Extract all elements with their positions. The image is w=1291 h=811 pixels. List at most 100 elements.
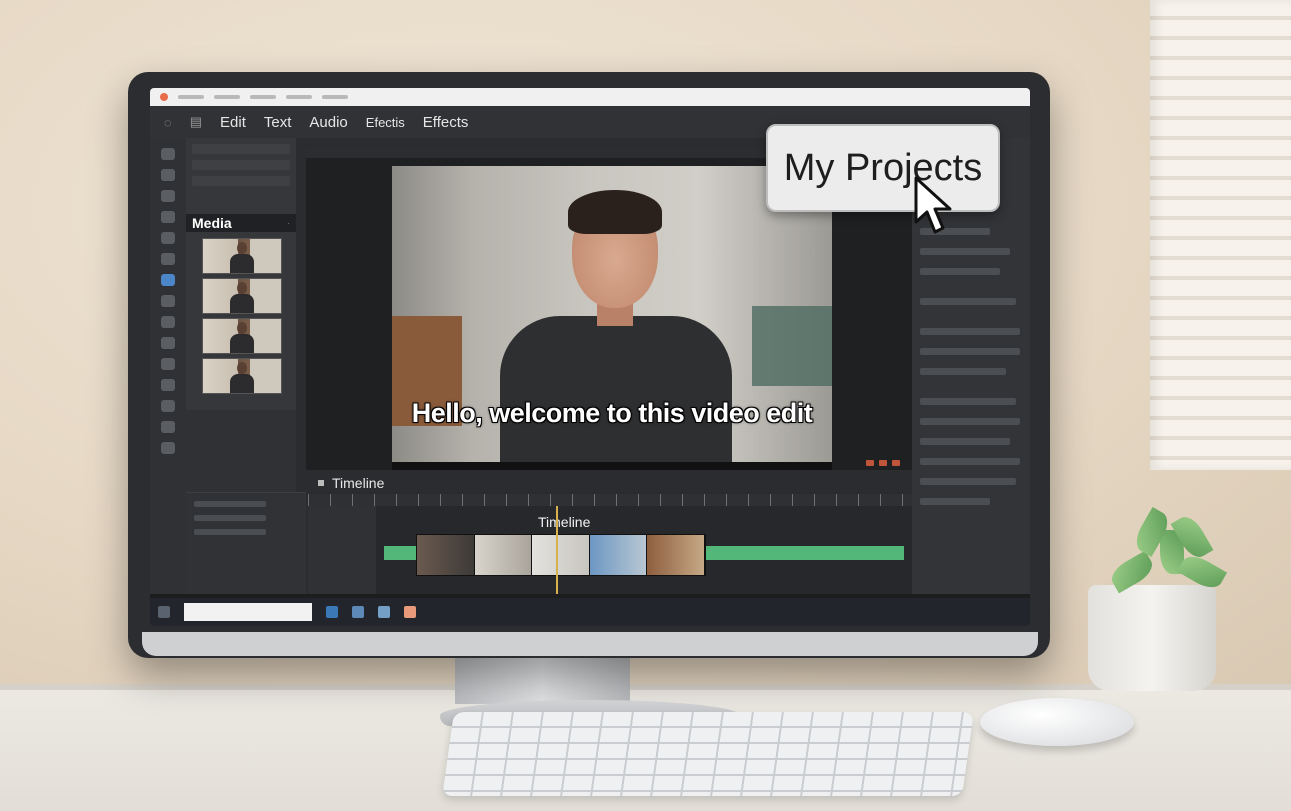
video-caption: Hello, welcome to this video edit xyxy=(411,398,813,428)
inspector-row[interactable] xyxy=(920,478,1016,485)
presenter-hair xyxy=(568,190,662,234)
taskbar-app-icon[interactable] xyxy=(378,606,390,618)
system-bar-item[interactable] xyxy=(322,95,348,99)
media-thumbnail[interactable] xyxy=(202,238,282,274)
menu-item-efectis[interactable]: Efectis xyxy=(366,115,405,130)
inspector-row[interactable] xyxy=(920,498,990,505)
inspector-row[interactable] xyxy=(920,418,1020,425)
preview-control-button[interactable] xyxy=(879,460,887,466)
tool-rail xyxy=(150,138,186,594)
thumbnail-person-body xyxy=(230,374,254,393)
timeline-header: Timeline xyxy=(308,472,912,494)
app-dot-icon xyxy=(160,93,168,101)
thumbnail-person xyxy=(237,242,247,254)
video-background-plant xyxy=(752,306,832,386)
window-blinds xyxy=(1150,0,1291,470)
tool-icon[interactable] xyxy=(161,190,175,202)
timeline-clip[interactable] xyxy=(474,535,533,575)
tool-icon[interactable] xyxy=(161,211,175,223)
plant-pot xyxy=(1088,585,1216,691)
bin-row[interactable] xyxy=(194,529,266,535)
tool-icon[interactable] xyxy=(161,400,175,412)
bin-row[interactable] xyxy=(194,501,266,507)
thumbnail-person-body xyxy=(230,254,254,273)
media-header[interactable]: Media · xyxy=(186,214,296,232)
playhead[interactable] xyxy=(556,506,558,596)
system-bar-item[interactable] xyxy=(178,95,204,99)
timeline-clip[interactable] xyxy=(417,535,475,575)
preview-control-button[interactable] xyxy=(866,460,874,466)
timeline-tracks[interactable]: Timeline xyxy=(308,506,912,596)
system-bar-item[interactable] xyxy=(250,95,276,99)
timeline-clip[interactable] xyxy=(589,535,648,575)
inspector-row[interactable] xyxy=(920,328,1020,335)
tool-icon[interactable] xyxy=(161,337,175,349)
menu-item-audio[interactable]: Audio xyxy=(309,114,347,131)
bin-panel xyxy=(186,492,306,595)
menu-item-effects[interactable]: Effects xyxy=(423,114,469,131)
thumbnail-person xyxy=(237,362,247,374)
media-count: · xyxy=(287,218,290,228)
taskbar-app-icon[interactable] xyxy=(404,606,416,618)
panel-toolbar xyxy=(192,144,290,154)
tool-icon[interactable] xyxy=(161,253,175,265)
system-bar-item[interactable] xyxy=(286,95,312,99)
timeline-title: Timeline xyxy=(332,475,385,491)
tool-icon[interactable] xyxy=(161,169,175,181)
preview-controls xyxy=(866,460,906,468)
menu-grid-icon[interactable]: ▤ xyxy=(190,114,202,130)
preview-control-button[interactable] xyxy=(892,460,900,466)
timeline-clip[interactable] xyxy=(647,535,705,575)
inspector-row[interactable] xyxy=(920,248,1010,255)
inspector-row[interactable] xyxy=(920,398,1016,405)
timeline-clip[interactable] xyxy=(532,535,590,575)
monitor-chin xyxy=(142,632,1038,656)
tool-icon[interactable] xyxy=(161,232,175,244)
menu-icon[interactable]: ◌ xyxy=(164,115,172,130)
tool-icon[interactable] xyxy=(161,421,175,433)
tool-icon[interactable] xyxy=(161,358,175,370)
track-headers xyxy=(308,506,376,596)
tool-icon-active[interactable] xyxy=(161,274,175,286)
timeline-ruler[interactable] xyxy=(308,494,912,506)
taskbar-app-icon[interactable] xyxy=(352,606,364,618)
inspector-row[interactable] xyxy=(920,348,1020,355)
system-bar-item[interactable] xyxy=(214,95,240,99)
menu-item-edit[interactable]: Edit xyxy=(220,114,246,131)
tool-icon[interactable] xyxy=(161,316,175,328)
inspector-row[interactable] xyxy=(920,368,1006,375)
video-preview[interactable]: Hello, welcome to this video edit xyxy=(392,166,832,462)
inspector-row[interactable] xyxy=(920,298,1016,305)
menu-item-text[interactable]: Text xyxy=(264,114,292,131)
os-taskbar xyxy=(150,598,1030,626)
pointer-cursor-icon xyxy=(914,176,952,234)
tool-icon[interactable] xyxy=(161,295,175,307)
panel-toolbar xyxy=(192,160,290,170)
timeline-track-label: Timeline xyxy=(538,514,591,530)
media-thumbnail[interactable] xyxy=(202,278,282,314)
media-title: Media xyxy=(192,215,232,231)
system-bar xyxy=(150,88,1030,106)
thumbnail-person xyxy=(237,282,247,294)
mouse xyxy=(980,698,1134,746)
thumbnail-person-body xyxy=(230,294,254,313)
bin-row[interactable] xyxy=(194,515,266,521)
start-icon[interactable] xyxy=(158,606,170,618)
inspector-row[interactable] xyxy=(920,438,1010,445)
tool-icon[interactable] xyxy=(161,379,175,391)
taskbar-app-icon[interactable] xyxy=(326,606,338,618)
timeline-icon xyxy=(318,480,324,486)
tool-icon[interactable] xyxy=(161,148,175,160)
media-thumbnail[interactable] xyxy=(202,318,282,354)
inspector-row[interactable] xyxy=(920,268,1000,275)
media-thumbnail[interactable] xyxy=(202,358,282,394)
inspector-row[interactable] xyxy=(920,458,1020,465)
preview-letterbox xyxy=(392,462,832,470)
thumbnail-person xyxy=(237,322,247,334)
keyboard xyxy=(442,712,974,796)
taskbar-search-input[interactable] xyxy=(184,603,312,621)
monitor-stand xyxy=(455,652,630,704)
video-clip-strip[interactable] xyxy=(416,534,706,576)
my-projects-button[interactable]: My Projects xyxy=(766,124,1000,212)
tool-icon[interactable] xyxy=(161,442,175,454)
